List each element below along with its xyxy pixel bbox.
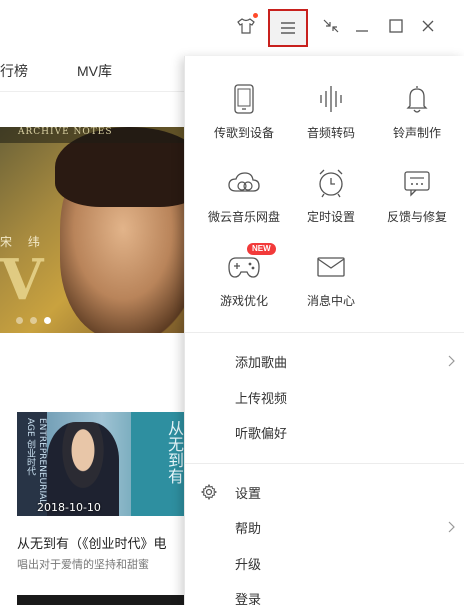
menu-item-label: 游戏优化 — [219, 294, 268, 308]
gamepad-icon: NEW — [227, 243, 276, 284]
menu-item-label: 添加歌曲 — [235, 356, 288, 371]
feedback-icon — [400, 166, 434, 200]
banner-caption: ARCHIVE NOTES — [0, 127, 186, 143]
menu-item-help[interactable]: 帮助 — [185, 513, 464, 543]
close-icon[interactable] — [415, 13, 441, 39]
banner-letter: V — [0, 247, 44, 313]
new-badge: NEW — [247, 243, 276, 255]
menu-item-audio-convert[interactable]: 音频转码 — [283, 82, 379, 141]
menu-icon — [281, 22, 295, 34]
featured-banner[interactable]: ARCHIVE NOTES 宋 纬 V — [0, 127, 186, 333]
menu-item-cloud-drive[interactable]: 微云音乐网盘 — [196, 166, 292, 225]
shrink-icon[interactable] — [318, 13, 344, 39]
phone-icon — [227, 82, 261, 116]
main-menu-button[interactable] — [268, 9, 308, 47]
menu-item-label: 听歌偏好 — [235, 427, 288, 442]
bell-icon — [400, 82, 434, 116]
carousel-dot[interactable] — [30, 317, 37, 324]
menu-item-label: 消息中心 — [306, 294, 355, 308]
menu-item-label: 登录 — [235, 593, 262, 605]
notification-dot — [253, 13, 258, 18]
menu-item-settings[interactable]: 设置 — [185, 478, 464, 508]
chevron-right-icon — [448, 355, 455, 367]
menu-item-label: 设置 — [235, 487, 262, 502]
menu-item-ringtone[interactable]: 铃声制作 — [369, 82, 464, 141]
menu-item-label: 音频转码 — [306, 126, 355, 140]
chevron-right-icon — [448, 521, 455, 533]
menu-item-transfer-to-device[interactable]: 传歌到设备 — [196, 82, 292, 141]
mail-icon — [314, 250, 348, 284]
menu-item-label: 升级 — [235, 558, 262, 573]
nav-item-ranking[interactable]: 行榜 — [0, 61, 28, 81]
menu-item-timer[interactable]: 定时设置 — [283, 166, 379, 225]
menu-item-game-optimize[interactable]: NEW 游戏优化 — [196, 243, 292, 309]
menu-item-label: 帮助 — [235, 522, 262, 537]
menu-item-feedback[interactable]: 反馈与修复 — [369, 166, 464, 225]
nav-item-mv-library[interactable]: MV库 — [77, 61, 112, 81]
carousel-dot[interactable] — [16, 317, 23, 324]
mv-subtitle: 唱出对于爱情的坚持和甜蜜 — [17, 558, 149, 571]
mv-title[interactable]: 从无到有（《创业时代》电 — [17, 533, 187, 552]
menu-item-messages[interactable]: 消息中心 — [283, 250, 379, 309]
menu-item-login[interactable]: 登录 — [185, 584, 464, 605]
menu-item-add-songs[interactable]: 添加歌曲 — [185, 347, 464, 377]
menu-divider — [185, 463, 464, 464]
main-menu-dropdown: 传歌到设备 音频转码 铃声制作 微云音乐网盘 定时设置 反馈与修复 NEW 游戏… — [184, 56, 464, 605]
minimize-icon[interactable] — [349, 13, 375, 39]
menu-item-label: 铃声制作 — [392, 126, 441, 140]
gear-icon — [201, 484, 217, 500]
menu-item-upgrade[interactable]: 升级 — [185, 549, 464, 579]
menu-item-listening-preference[interactable]: 听歌偏好 — [185, 418, 464, 448]
menu-divider — [185, 332, 464, 333]
menu-item-label: 传歌到设备 — [213, 126, 274, 140]
top-nav: 行榜 MV库 — [0, 56, 184, 92]
menu-item-label: 反馈与修复 — [386, 210, 447, 224]
maximize-icon[interactable] — [383, 13, 409, 39]
menu-item-label: 微云音乐网盘 — [207, 210, 280, 224]
menu-item-upload-video[interactable]: 上传视频 — [185, 383, 464, 413]
mv-date: 2018-10-10 — [37, 501, 101, 514]
alarm-clock-icon — [314, 166, 348, 200]
skin-icon[interactable] — [233, 13, 259, 39]
next-thumbnail[interactable] — [17, 595, 186, 605]
mv-title-art: 从无到有 — [131, 412, 186, 516]
banner-carousel-dots — [16, 317, 51, 324]
soundwave-icon — [314, 82, 348, 116]
title-bar — [0, 0, 464, 56]
menu-item-label: 上传视频 — [235, 392, 288, 407]
mv-thumbnail[interactable]: ENTREPRENEURIAL AGE 创业时代 从无到有 2018-10-10 — [17, 412, 186, 516]
carousel-dot-active[interactable] — [44, 317, 51, 324]
menu-item-label: 定时设置 — [306, 210, 355, 224]
cloud-icon — [227, 166, 261, 200]
